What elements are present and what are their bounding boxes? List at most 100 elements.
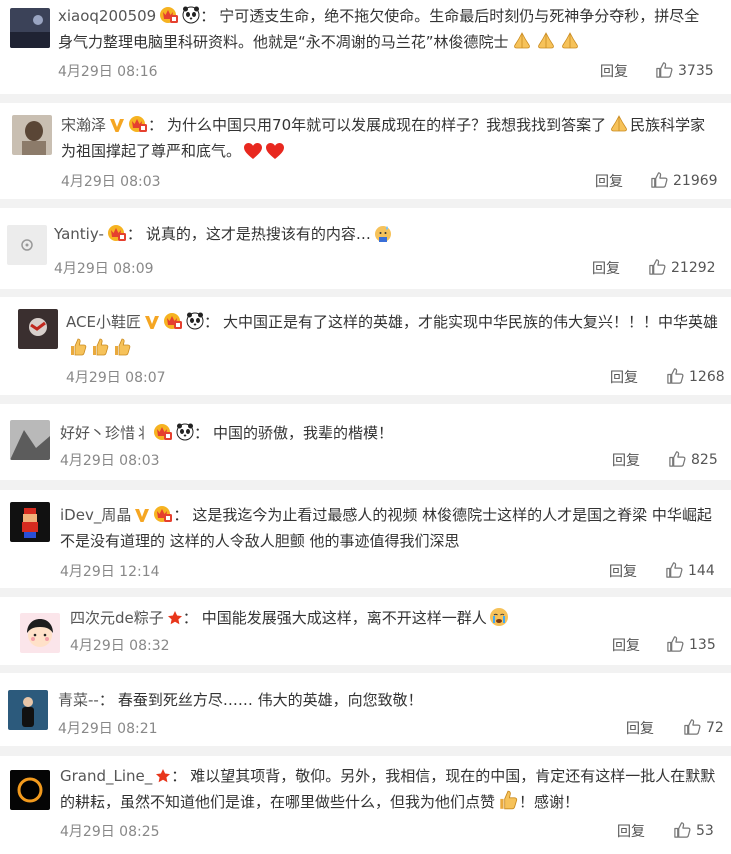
comment-text-end: ！感谢！ bbox=[519, 793, 580, 811]
reply-button[interactable]: 回复 bbox=[626, 718, 654, 738]
comment-text: 中国的骄傲，我辈的楷模！ bbox=[213, 424, 394, 442]
username-link[interactable]: 四次元de粽子 bbox=[70, 609, 164, 627]
comment-timestamp: 4月29日 08:03 bbox=[61, 174, 161, 190]
star-badge-icon bbox=[167, 610, 183, 626]
avatar[interactable] bbox=[12, 115, 52, 155]
thumb-up-icon bbox=[666, 366, 685, 385]
fan-rank-icon bbox=[128, 115, 148, 133]
pray-emoji-icon bbox=[535, 31, 557, 51]
panda-icon bbox=[186, 312, 204, 330]
like-count: 72 bbox=[706, 720, 724, 736]
pray-emoji-icon bbox=[608, 114, 630, 134]
comment-card: 好好丶珍惜丬 ：中国的骄傲，我辈的楷模！ 4月29日 08:03 回复 825 bbox=[0, 404, 731, 480]
colon: ： bbox=[173, 506, 189, 524]
avatar[interactable] bbox=[10, 8, 50, 48]
like-button[interactable]: 144 bbox=[665, 560, 715, 579]
like-button[interactable]: 21969 bbox=[650, 170, 718, 189]
avatar[interactable] bbox=[10, 770, 50, 810]
reply-button[interactable]: 回复 bbox=[612, 635, 640, 655]
comment-timestamp: 4月29日 08:07 bbox=[66, 370, 166, 386]
thumb-up-icon bbox=[683, 717, 702, 736]
comment-card: 青菜--： 春蚕到死丝方尽…… 伟大的英雄，向您致敬！ 4月29日 08:21 回复 7… bbox=[0, 673, 731, 746]
thumbs-up-emoji-icon bbox=[68, 337, 88, 357]
colon: ： bbox=[98, 691, 114, 709]
like-button[interactable]: 1268 bbox=[666, 366, 725, 385]
colon: ： bbox=[182, 609, 198, 627]
star-badge-icon bbox=[155, 768, 171, 784]
panda-icon bbox=[182, 6, 200, 24]
like-count: 135 bbox=[689, 637, 716, 653]
verified-v-icon bbox=[134, 507, 150, 523]
comment-text: 春蚕到死丝方尽…… 伟大的英雄，向您致敬！ bbox=[117, 691, 423, 709]
thumb-up-icon bbox=[650, 170, 669, 189]
comment-card: 宋瀚泽：为什么中国只用70年就可以发展成现在的样子？我想我找到答案了 民族科学家为… bbox=[0, 103, 731, 199]
reply-button[interactable]: 回复 bbox=[609, 561, 637, 581]
username-link[interactable]: Yantiy- bbox=[54, 225, 104, 243]
comment-card: iDev_周晶：这是我迄今为止看过最感人的视频 林俊德院士这样的人才是国之脊梁 … bbox=[0, 490, 731, 588]
thumb-up-icon bbox=[665, 560, 684, 579]
colon: ： bbox=[200, 7, 216, 25]
like-button[interactable]: 135 bbox=[666, 634, 716, 653]
username-link[interactable]: 青菜-- bbox=[58, 691, 99, 709]
username-link[interactable]: 宋瀚泽 bbox=[61, 116, 106, 134]
comment-content: xiaoq200509：宁可透支生命，绝不拖欠使命。生命最后时刻仍与死神争分夺秒… bbox=[58, 3, 714, 55]
avatar[interactable] bbox=[10, 502, 50, 542]
colon: ： bbox=[171, 767, 187, 785]
like-count: 53 bbox=[696, 823, 714, 839]
comment-card: xiaoq200509：宁可透支生命，绝不拖欠使命。生命最后时刻仍与死神争分夺秒… bbox=[0, 0, 731, 94]
username-link[interactable]: iDev_周晶 bbox=[60, 506, 131, 524]
like-button[interactable]: 53 bbox=[673, 820, 714, 839]
colon: ： bbox=[194, 424, 210, 442]
fan-rank-icon bbox=[107, 224, 127, 242]
username-link[interactable]: 好好丶珍惜丬 bbox=[60, 424, 150, 442]
panda-icon bbox=[176, 423, 194, 441]
like-button[interactable]: 21292 bbox=[648, 257, 716, 276]
comment-timestamp: 4月29日 08:16 bbox=[58, 64, 158, 80]
colon: ： bbox=[148, 116, 164, 134]
comment-content: 青菜--： 春蚕到死丝方尽…… 伟大的英雄，向您致敬！ bbox=[58, 687, 698, 713]
like-button[interactable]: 825 bbox=[668, 449, 718, 468]
reply-button[interactable]: 回复 bbox=[617, 821, 645, 841]
comment-content: 四次元de粽子 ：中国能发展强大成这样，离不开这样一群人 bbox=[70, 605, 710, 631]
fan-rank-icon bbox=[153, 423, 173, 441]
comment-content: ACE小鞋匠 ：大中国正是有了这样的英雄，才能实现中华民族的伟大复兴！！！中华英雄 bbox=[66, 309, 718, 361]
comment-card: ACE小鞋匠 ：大中国正是有了这样的英雄，才能实现中华民族的伟大复兴！！！中华英雄… bbox=[0, 297, 731, 395]
username-link[interactable]: ACE小鞋匠 bbox=[66, 313, 141, 331]
reply-button[interactable]: 回复 bbox=[595, 171, 623, 191]
thumb-up-icon bbox=[655, 60, 674, 79]
like-count: 144 bbox=[688, 563, 715, 579]
comment-text: 为什么中国只用70年就可以发展成现在的样子？我想我找到答案了 bbox=[167, 116, 607, 134]
comment-content: 好好丶珍惜丬 ：中国的骄傲，我辈的楷模！ bbox=[60, 420, 715, 446]
avatar[interactable] bbox=[7, 225, 47, 265]
avatar[interactable] bbox=[18, 309, 58, 349]
like-count: 1268 bbox=[689, 369, 725, 385]
comment-content: iDev_周晶：这是我迄今为止看过最感人的视频 林俊德院士这样的人才是国之脊梁 … bbox=[60, 502, 725, 554]
username-link[interactable]: Grand_Line_ bbox=[60, 767, 152, 785]
reply-button[interactable]: 回复 bbox=[610, 367, 638, 387]
like-button[interactable]: 3735 bbox=[655, 60, 714, 79]
thumbs-up-emoji-icon bbox=[90, 337, 110, 357]
like-count: 21292 bbox=[671, 260, 716, 276]
heart-emoji-icon bbox=[265, 142, 285, 160]
fan-rank-icon bbox=[153, 505, 173, 523]
comment-text: 大中国正是有了这样的英雄，才能实现中华民族的伟大复兴！！！中华英雄 bbox=[222, 313, 718, 331]
cry-emoji-icon bbox=[489, 607, 509, 627]
reply-button[interactable]: 回复 bbox=[612, 450, 640, 470]
comment-timestamp: 4月29日 08:21 bbox=[58, 721, 158, 737]
like-count: 3735 bbox=[678, 63, 714, 79]
like-button[interactable]: 72 bbox=[683, 717, 724, 736]
like-count: 825 bbox=[691, 452, 718, 468]
verified-v-icon bbox=[109, 117, 125, 133]
username-link[interactable]: xiaoq200509 bbox=[58, 7, 156, 25]
comment-text: 说真的，这才是热搜该有的内容… bbox=[145, 225, 371, 243]
fan-rank-icon bbox=[159, 6, 179, 24]
avatar[interactable] bbox=[20, 613, 60, 653]
avatar[interactable] bbox=[10, 420, 50, 460]
reply-button[interactable]: 回复 bbox=[600, 61, 628, 81]
reply-button[interactable]: 回复 bbox=[592, 258, 620, 278]
colon: ： bbox=[203, 313, 219, 331]
thumb-up-icon bbox=[668, 449, 687, 468]
colon: ： bbox=[126, 225, 142, 243]
avatar[interactable] bbox=[8, 690, 48, 730]
thumb-up-icon bbox=[666, 634, 685, 653]
